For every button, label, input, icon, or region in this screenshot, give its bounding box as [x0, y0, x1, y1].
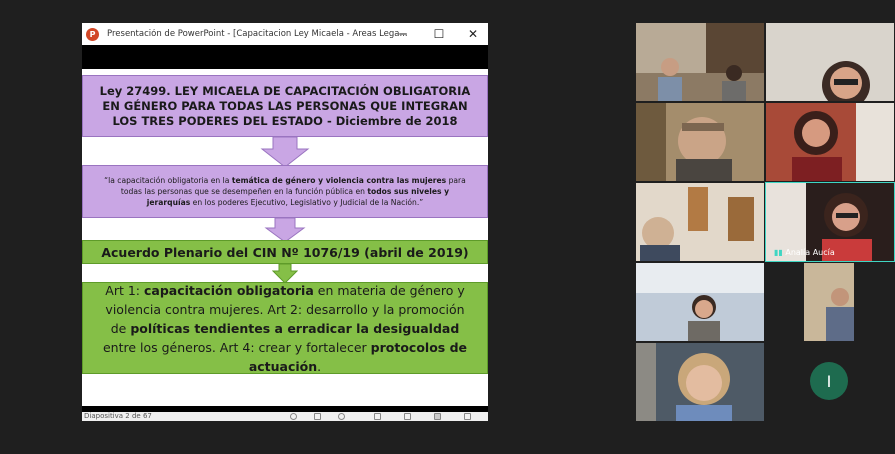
slide-indicator: Diapositiva 2 de 67	[84, 412, 152, 420]
powerpoint-window: P Presentación de PowerPoint - [Capacita…	[82, 23, 488, 421]
maximize-button[interactable]: ☐	[422, 23, 456, 45]
acuerdo-box: Acuerdo Plenario del CIN Nº 1076/19 (abr…	[82, 240, 488, 264]
participant-video[interactable]	[766, 103, 894, 181]
status-bar: Diapositiva 2 de 67	[82, 412, 488, 421]
slide-title-box: Ley 27499. LEY MICAELA DE CAPACITACIÓN O…	[82, 75, 488, 137]
powerpoint-icon: P	[86, 27, 99, 41]
slide-thumb-icon[interactable]	[314, 413, 321, 420]
quote-text-1: “la capacitación obligatoria en la	[104, 176, 232, 185]
slide: Ley 27499. LEY MICAELA DE CAPACITACIÓN O…	[82, 69, 488, 406]
previous-slide-icon[interactable]	[290, 413, 297, 420]
window-titlebar[interactable]: P Presentación de PowerPoint - [Capacita…	[82, 23, 488, 45]
participant-video[interactable]	[636, 263, 764, 341]
down-arrow-icon	[264, 218, 306, 242]
slideshow-view-icon[interactable]	[464, 413, 471, 420]
normal-view-icon[interactable]	[374, 413, 381, 420]
participant-video[interactable]	[804, 263, 854, 341]
reading-view-icon[interactable]	[434, 413, 441, 420]
minimize-button[interactable]: ─	[386, 23, 420, 45]
participant-video[interactable]	[636, 103, 764, 181]
participant-video[interactable]	[636, 343, 764, 421]
art-text-1: Art 1:	[105, 282, 144, 298]
next-slide-icon[interactable]	[338, 413, 345, 420]
art-text-4: .	[317, 358, 322, 374]
participant-avatar[interactable]: I	[810, 362, 848, 400]
speaker-name: Analía Aucía	[785, 248, 835, 257]
participant-name-label: ▮▮ Analía Aucía	[774, 248, 835, 257]
art-bold-1: capacitación obligatoria	[143, 282, 314, 298]
down-arrow-icon	[260, 137, 310, 167]
participant-video-active-speaker[interactable]: ▮▮ Analía Aucía	[765, 182, 895, 262]
quote-text-3: en los poderes Ejecutivo, Legislativo y …	[190, 198, 424, 207]
art-text-3: entre los géneros. Art 4: crear y fortal…	[102, 339, 371, 355]
participant-video[interactable]	[766, 23, 894, 101]
art-bold-2: políticas tendientes a erradicar la desi…	[130, 320, 460, 336]
quote-box: “la capacitación obligatoria en la temát…	[82, 165, 488, 218]
window-title: Presentación de PowerPoint - [Capacitaci…	[107, 29, 407, 39]
sorter-view-icon[interactable]	[404, 413, 411, 420]
articles-box: Art 1: capacitación obligatoria en mater…	[82, 282, 488, 374]
close-button[interactable]: ✕	[456, 23, 490, 45]
quote-bold-1: temática de género y violencia contra la…	[231, 176, 447, 185]
audio-active-icon: ▮▮	[774, 248, 783, 257]
participant-video[interactable]	[636, 183, 764, 261]
participant-video[interactable]	[636, 23, 764, 101]
